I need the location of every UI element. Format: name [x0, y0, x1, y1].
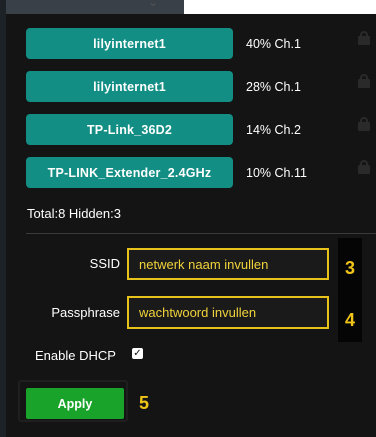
network-signal-info: 10% Ch.11 — [246, 165, 307, 180]
chevron-down-icon: ⌄ — [148, 0, 159, 9]
check-icon: ✓ — [133, 347, 142, 359]
ssid-label: SSID — [89, 256, 120, 271]
enable-dhcp-checkbox[interactable]: ✓ — [132, 348, 143, 359]
divider — [26, 233, 376, 234]
network-row: TP-LINK_Extender_2.4GHz 10% Ch.11 — [26, 157, 307, 188]
passphrase-label: Passphrase — [51, 305, 120, 320]
network-row: lilyinternet1 28% Ch.1 — [26, 71, 301, 102]
lock-icon — [358, 74, 370, 88]
network-row: lilyinternet1 40% Ch.1 — [26, 28, 301, 59]
network-button[interactable]: lilyinternet1 — [26, 28, 233, 59]
lock-icon — [358, 31, 370, 45]
network-button[interactable]: lilyinternet1 — [26, 71, 233, 102]
network-row: TP-Link_36D2 14% Ch.2 — [26, 114, 301, 145]
network-button[interactable]: TP-LINK_Extender_2.4GHz — [26, 157, 233, 188]
lock-icon — [358, 160, 370, 174]
network-signal-info: 14% Ch.2 — [246, 122, 301, 137]
network-button[interactable]: TP-Link_36D2 — [26, 114, 233, 145]
network-summary: Total:8 Hidden:3 — [27, 206, 121, 221]
wifi-config-panel: lilyinternet1 40% Ch.1 lilyinternet1 28%… — [6, 14, 376, 437]
apply-button[interactable]: Apply — [26, 388, 124, 419]
ssid-input[interactable]: netwerk naam invullen — [127, 248, 329, 280]
annotation-marker-4: 4 — [338, 298, 362, 342]
network-signal-info: 28% Ch.1 — [246, 79, 301, 94]
passphrase-input[interactable]: wachtwoord invullen — [127, 296, 329, 329]
annotation-marker-5: 5 — [138, 392, 149, 413]
lock-icon — [358, 117, 370, 131]
enable-dhcp-label: Enable DHCP — [35, 348, 116, 363]
network-signal-info: 40% Ch.1 — [246, 36, 301, 51]
annotation-marker-3: 3 — [338, 238, 362, 298]
